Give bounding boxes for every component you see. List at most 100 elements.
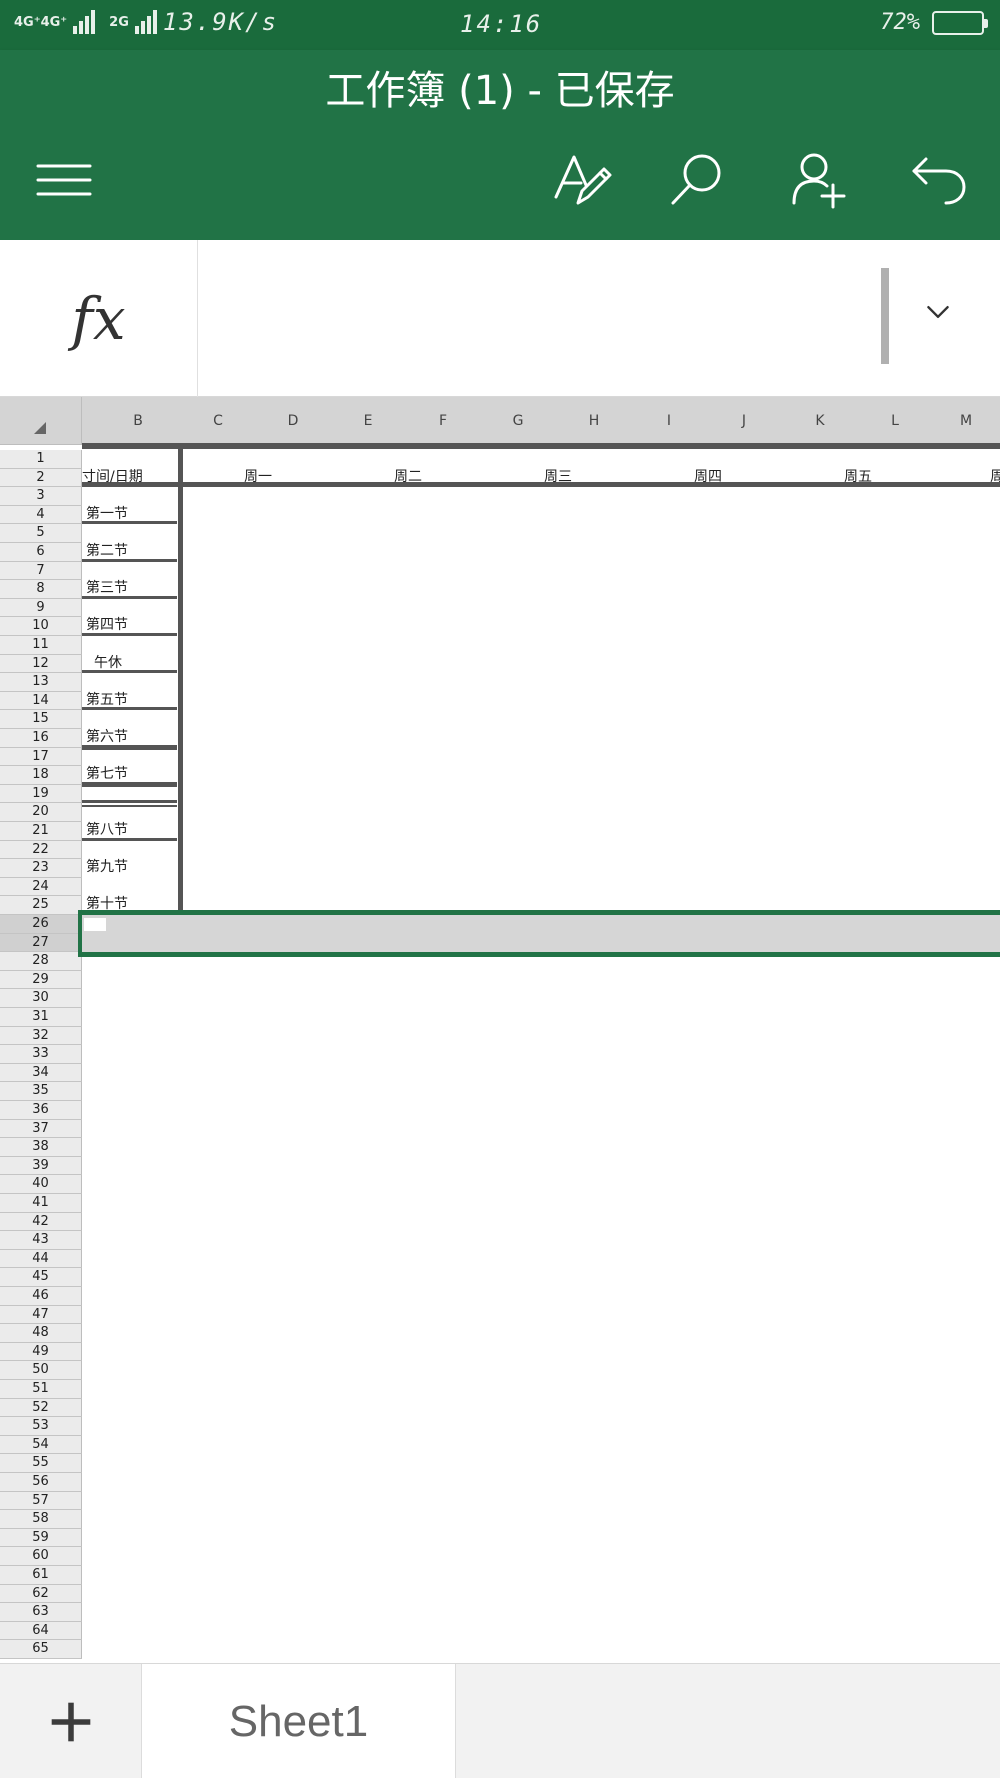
row-header-39[interactable]: 39 [0, 1156, 82, 1176]
row-header-1[interactable]: 1 [0, 450, 82, 469]
column-header-f[interactable]: F [406, 397, 480, 445]
column-header-i[interactable]: I [632, 397, 706, 445]
day-header-6[interactable]: 周 [990, 466, 1000, 486]
period-label-8[interactable]: 第七节 [86, 763, 128, 783]
row-header-5[interactable]: 5 [0, 524, 82, 543]
period-label-6[interactable]: 第五节 [86, 689, 128, 709]
row-header-31[interactable]: 31 [0, 1008, 82, 1027]
row-header-16[interactable]: 16 [0, 729, 82, 748]
row-header-61[interactable]: 61 [0, 1566, 82, 1585]
row-header-15[interactable]: 15 [0, 710, 82, 729]
row-header-58[interactable]: 58 [0, 1510, 82, 1529]
row-header-52[interactable]: 52 [0, 1398, 82, 1418]
row-header-59[interactable]: 59 [0, 1528, 82, 1548]
period-label-3[interactable]: 第三节 [86, 577, 128, 597]
text-edit-icon[interactable] [541, 140, 621, 220]
row-header-22[interactable]: 22 [0, 840, 82, 860]
column-header-k[interactable]: K [782, 397, 858, 445]
row-header-28[interactable]: 28 [0, 952, 82, 971]
row-header-43[interactable]: 43 [0, 1231, 82, 1250]
formula-input[interactable] [199, 240, 849, 396]
period-label-2[interactable]: 第二节 [86, 540, 128, 560]
row-header-51[interactable]: 51 [0, 1380, 82, 1399]
row-header-2[interactable]: 2 [0, 468, 82, 488]
day-header-5[interactable]: 周五 [844, 466, 872, 486]
column-header-c[interactable]: C [180, 397, 256, 445]
row-header-25[interactable]: 25 [0, 896, 82, 915]
period-label-9[interactable]: 第八节 [86, 819, 128, 839]
row-header-19[interactable]: 19 [0, 784, 82, 804]
undo-icon[interactable] [899, 140, 979, 220]
hamburger-menu-icon[interactable] [24, 140, 104, 220]
day-header-4[interactable]: 周四 [694, 466, 722, 486]
row-header-23[interactable]: 23 [0, 859, 82, 878]
row-header-50[interactable]: 50 [0, 1361, 82, 1380]
row-header-14[interactable]: 14 [0, 691, 82, 711]
row-header-10[interactable]: 10 [0, 617, 82, 636]
row-header-26[interactable]: 26 [0, 915, 82, 934]
row-header-65[interactable]: 65 [0, 1640, 82, 1659]
row-header-62[interactable]: 62 [0, 1584, 82, 1604]
column-header-j[interactable]: J [706, 397, 782, 445]
function-button[interactable]: fx [0, 240, 198, 397]
row-header-57[interactable]: 57 [0, 1491, 82, 1511]
row-header-64[interactable]: 64 [0, 1621, 82, 1641]
sheet-tab[interactable]: Sheet1 [142, 1664, 456, 1778]
row-header-29[interactable]: 29 [0, 970, 82, 990]
add-sheet-button[interactable] [0, 1664, 142, 1778]
day-header-3[interactable]: 周三 [544, 466, 572, 486]
period-label-7[interactable]: 第六节 [86, 726, 128, 746]
row-header-34[interactable]: 34 [0, 1063, 82, 1083]
row-header-47[interactable]: 47 [0, 1305, 82, 1325]
add-person-icon[interactable] [779, 140, 859, 220]
selected-range[interactable] [78, 910, 1000, 957]
row-header-21[interactable]: 21 [0, 822, 82, 841]
row-header-37[interactable]: 37 [0, 1119, 82, 1139]
period-label-10[interactable]: 第九节 [86, 856, 128, 876]
row-header-11[interactable]: 11 [0, 636, 82, 655]
chevron-down-icon[interactable] [918, 292, 958, 332]
column-header-d[interactable]: D [256, 397, 330, 445]
row-header-7[interactable]: 7 [0, 561, 82, 581]
column-header-m[interactable]: M [932, 397, 1000, 445]
row-header-24[interactable]: 24 [0, 877, 82, 897]
row-header-63[interactable]: 63 [0, 1603, 82, 1622]
row-header-32[interactable]: 32 [0, 1026, 82, 1046]
row-header-54[interactable]: 54 [0, 1435, 82, 1455]
day-header-1[interactable]: 周一 [244, 466, 272, 486]
row-header-40[interactable]: 40 [0, 1175, 82, 1194]
row-header-17[interactable]: 17 [0, 747, 82, 767]
row-header-20[interactable]: 20 [0, 803, 82, 822]
row-header-6[interactable]: 6 [0, 543, 82, 562]
sheet-grid[interactable] [82, 445, 1000, 1663]
row-header-36[interactable]: 36 [0, 1101, 82, 1120]
row-header-56[interactable]: 56 [0, 1473, 82, 1492]
row-header-9[interactable]: 9 [0, 598, 82, 618]
select-all-corner[interactable] [0, 397, 82, 445]
row-header-18[interactable]: 18 [0, 766, 82, 785]
column-header-b[interactable]: B [82, 397, 194, 445]
row-header-35[interactable]: 35 [0, 1082, 82, 1101]
period-label-5[interactable]: 午休 [94, 652, 122, 672]
row-header-44[interactable]: 44 [0, 1249, 82, 1269]
row-header-42[interactable]: 42 [0, 1212, 82, 1232]
column-header-h[interactable]: H [556, 397, 632, 445]
row-header-30[interactable]: 30 [0, 989, 82, 1008]
period-label-4[interactable]: 第四节 [86, 614, 128, 634]
row-header-49[interactable]: 49 [0, 1342, 82, 1362]
row-header-4[interactable]: 4 [0, 505, 82, 525]
row-header-53[interactable]: 53 [0, 1417, 82, 1436]
column-header-l[interactable]: L [858, 397, 932, 445]
row-header-41[interactable]: 41 [0, 1194, 82, 1213]
row-header-33[interactable]: 33 [0, 1045, 82, 1064]
period-label-1[interactable]: 第一节 [86, 503, 128, 523]
day-header-2[interactable]: 周二 [394, 466, 422, 486]
row-header-3[interactable]: 3 [0, 487, 82, 506]
header-cell-time-date[interactable]: 寸间/日期 [82, 466, 143, 486]
search-icon[interactable] [657, 140, 737, 220]
column-header-e[interactable]: E [330, 397, 406, 445]
row-header-60[interactable]: 60 [0, 1547, 82, 1566]
row-header-46[interactable]: 46 [0, 1287, 82, 1306]
row-header-12[interactable]: 12 [0, 654, 82, 674]
row-header-13[interactable]: 13 [0, 673, 82, 692]
